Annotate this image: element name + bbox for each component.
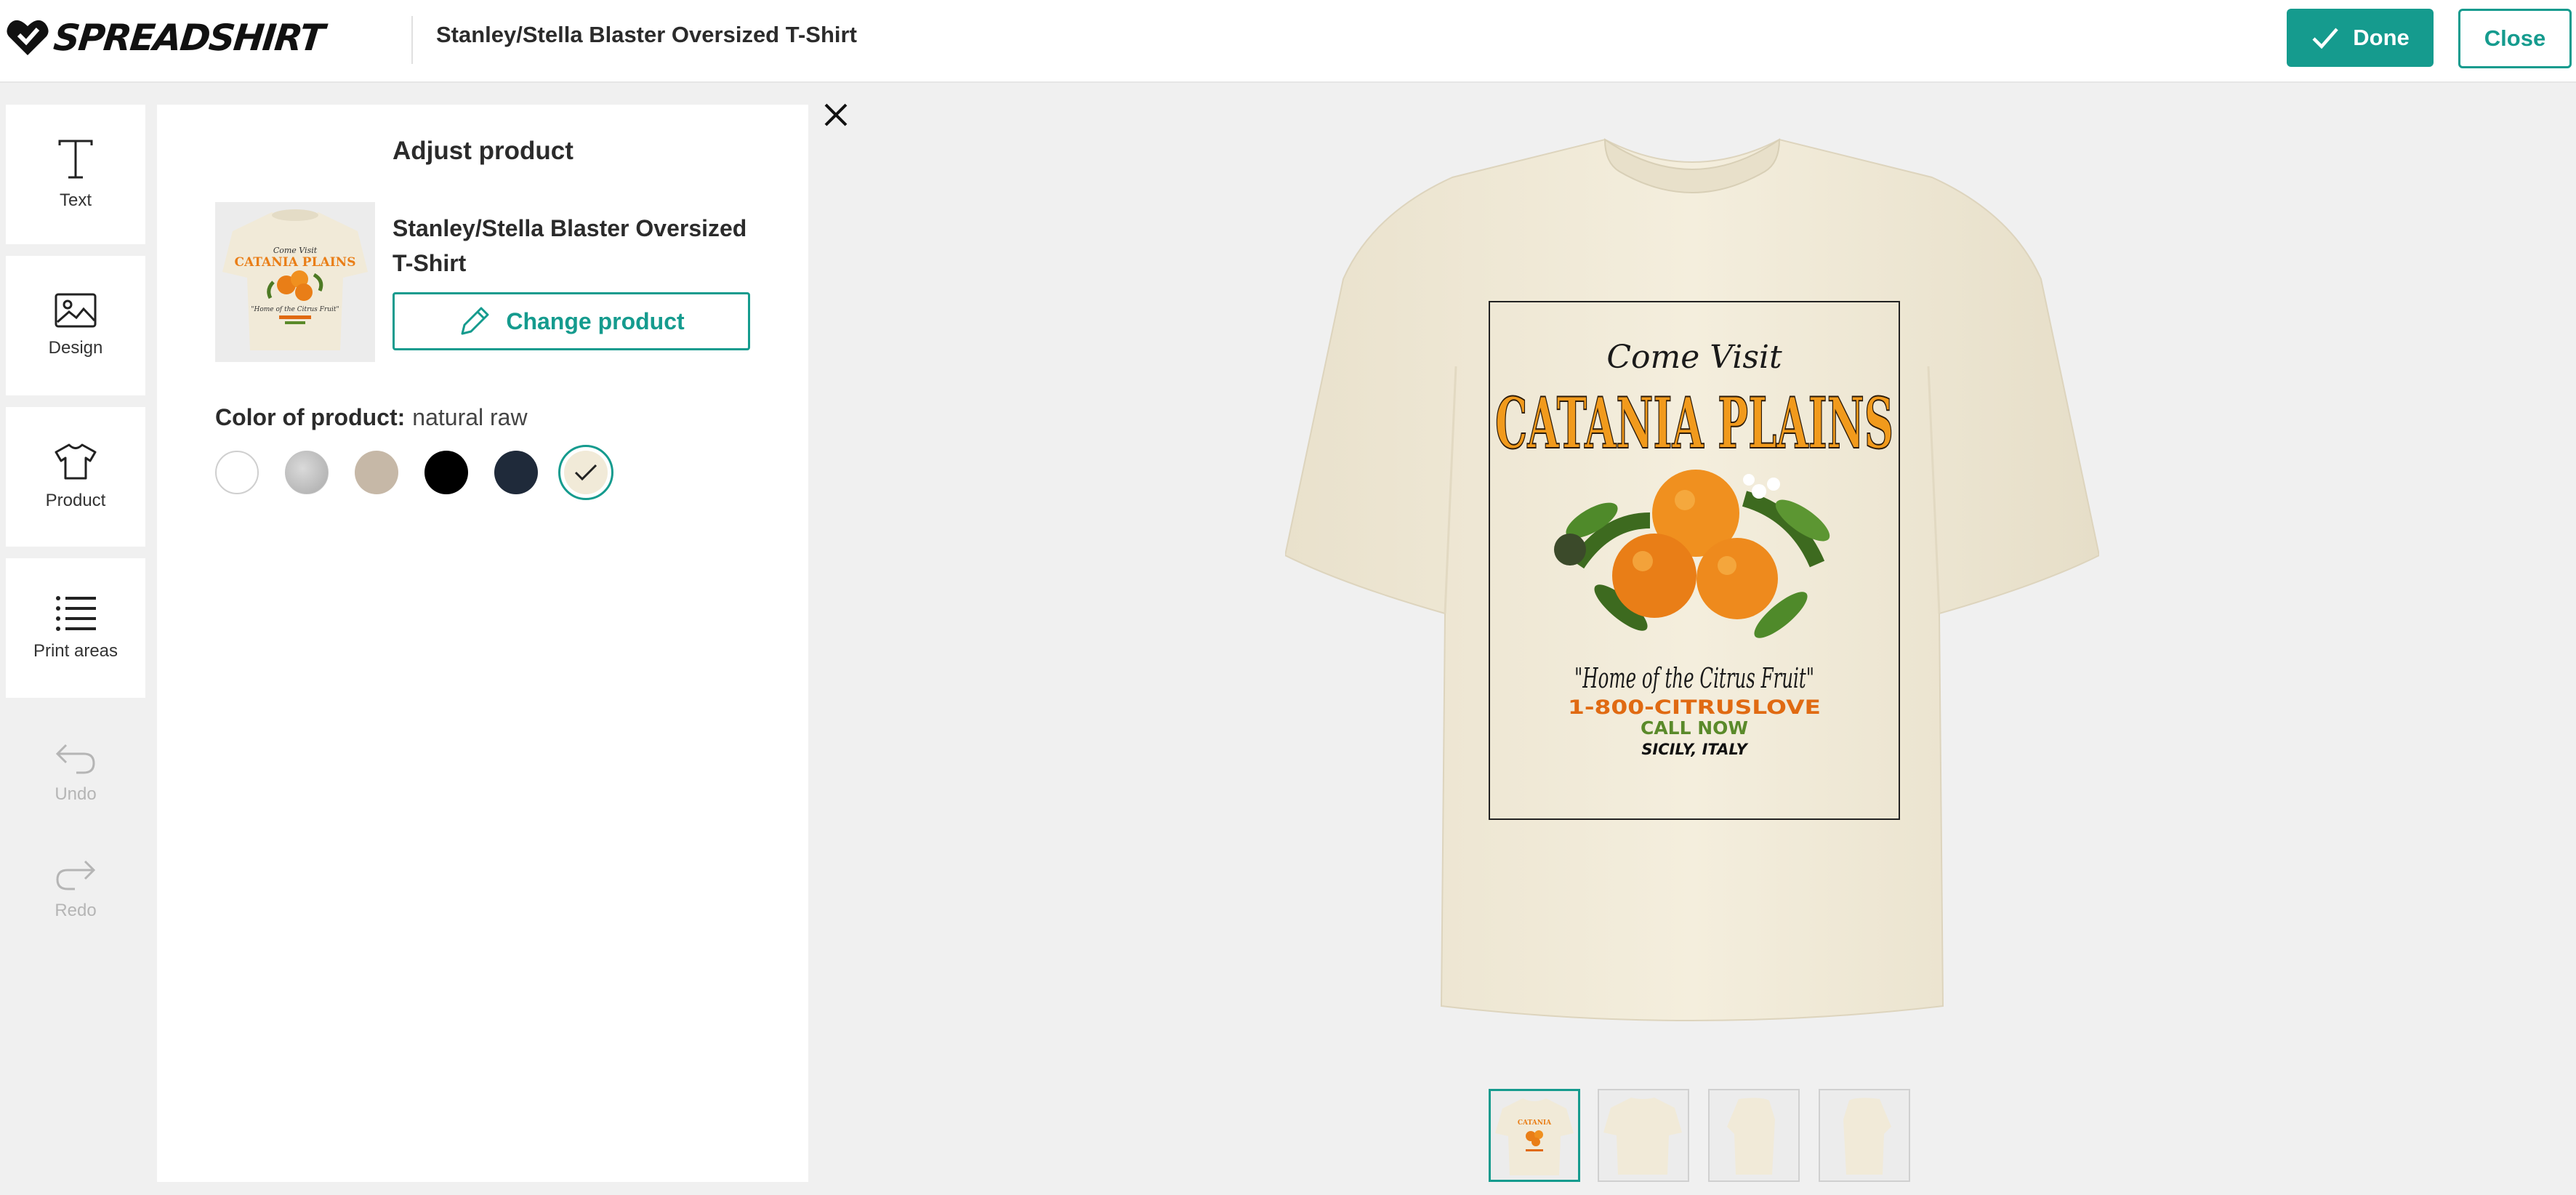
spreadshirt-logo[interactable]: SPREADSHIRT bbox=[6, 17, 326, 59]
print-area[interactable]: Come Visit CATANIA PLAINS "Home of the C… bbox=[1489, 301, 1900, 820]
view-thumb-right[interactable] bbox=[1819, 1089, 1910, 1182]
design-line-location: SICILY, ITALY bbox=[1641, 741, 1748, 758]
check-icon bbox=[2312, 28, 2338, 49]
redo-button[interactable]: Redo bbox=[6, 836, 145, 943]
tool-product[interactable]: Product bbox=[6, 407, 145, 547]
swatch-black[interactable] bbox=[424, 451, 468, 494]
logo-wordmark: SPREADSHIRT bbox=[51, 17, 326, 59]
undo-icon bbox=[55, 744, 95, 774]
top-bar: SPREADSHIRT Stanley/Stella Blaster Overs… bbox=[0, 0, 2576, 83]
product-name: Stanley/Stella Blaster Oversized T-Shirt bbox=[393, 215, 747, 276]
tool-print-areas[interactable]: Print areas bbox=[6, 558, 145, 698]
oranges-illustration bbox=[1554, 470, 1830, 638]
tool-design-label: Design bbox=[48, 338, 103, 358]
panel-title: Adjust product bbox=[393, 137, 573, 165]
tool-design[interactable]: Design bbox=[6, 256, 145, 395]
close-icon bbox=[824, 103, 848, 126]
text-icon bbox=[58, 140, 93, 179]
change-product-button[interactable]: Change product bbox=[393, 292, 750, 350]
check-icon bbox=[574, 464, 597, 481]
design-line-come-visit: Come Visit bbox=[1606, 339, 1782, 376]
tshirt-icon bbox=[55, 443, 97, 480]
swatch-white[interactable] bbox=[215, 451, 259, 494]
svg-text:Come Visit: Come Visit bbox=[273, 246, 318, 255]
close-label: Close bbox=[2484, 25, 2546, 51]
color-of-product: Color of product: natural raw bbox=[215, 404, 528, 431]
view-thumb-front[interactable]: CATANIA bbox=[1489, 1089, 1580, 1182]
view-thumb-back[interactable] bbox=[1598, 1089, 1689, 1182]
design-line-home-citrus: "Home of the Citrus Fruit" bbox=[1574, 662, 1814, 694]
page-title: Stanley/Stella Blaster Oversized T-Shirt bbox=[436, 22, 857, 47]
tool-text-label: Text bbox=[59, 190, 92, 210]
undo-button[interactable]: Undo bbox=[6, 720, 145, 827]
design-artwork[interactable]: Come Visit CATANIA PLAINS "Home of the C… bbox=[1490, 302, 1899, 818]
header-divider bbox=[411, 16, 413, 64]
swatch-natural-raw-fill bbox=[564, 451, 608, 494]
swatch-heather-grey[interactable] bbox=[285, 451, 329, 494]
logo-heart-icon bbox=[7, 20, 49, 55]
done-label: Done bbox=[2353, 25, 2410, 50]
undo-label: Undo bbox=[55, 784, 97, 804]
color-value: natural raw bbox=[412, 404, 528, 430]
pencil-icon bbox=[461, 307, 489, 335]
svg-text:CATANIA: CATANIA bbox=[1518, 1119, 1552, 1127]
list-icon bbox=[56, 596, 96, 631]
swatch-natural-raw[interactable] bbox=[558, 445, 613, 500]
svg-text:"Home of the Citrus Fruit": "Home of the Citrus Fruit" bbox=[251, 306, 339, 313]
change-product-label: Change product bbox=[506, 307, 685, 334]
product-thumbnail: Come Visit CATANIA PLAINS "Home of the C… bbox=[215, 202, 375, 362]
svg-text:CATANIA PLAINS: CATANIA PLAINS bbox=[235, 255, 356, 270]
design-line-catania-plains: CATANIA PLAINS bbox=[1495, 382, 1893, 464]
design-line-phone: 1-800-CITRUSLOVE bbox=[1568, 696, 1821, 719]
adjust-product-panel: Adjust product Come Visit CATANIA PLAINS… bbox=[157, 105, 808, 1182]
swatch-navy[interactable] bbox=[494, 451, 538, 494]
design-line-call-now: CALL NOW bbox=[1641, 717, 1748, 739]
color-label: Color of product: bbox=[215, 404, 406, 430]
tool-product-label: Product bbox=[45, 491, 106, 510]
panel-close-button[interactable] bbox=[821, 100, 853, 132]
redo-icon bbox=[56, 860, 96, 890]
swatch-beige[interactable] bbox=[355, 451, 398, 494]
image-icon bbox=[55, 293, 97, 328]
close-button[interactable]: Close bbox=[2458, 9, 2572, 68]
view-thumb-left[interactable] bbox=[1708, 1089, 1800, 1182]
done-button[interactable]: Done bbox=[2287, 9, 2434, 67]
redo-label: Redo bbox=[55, 901, 97, 920]
tool-text[interactable]: Text bbox=[6, 105, 145, 244]
tool-print-areas-label: Print areas bbox=[33, 641, 118, 661]
